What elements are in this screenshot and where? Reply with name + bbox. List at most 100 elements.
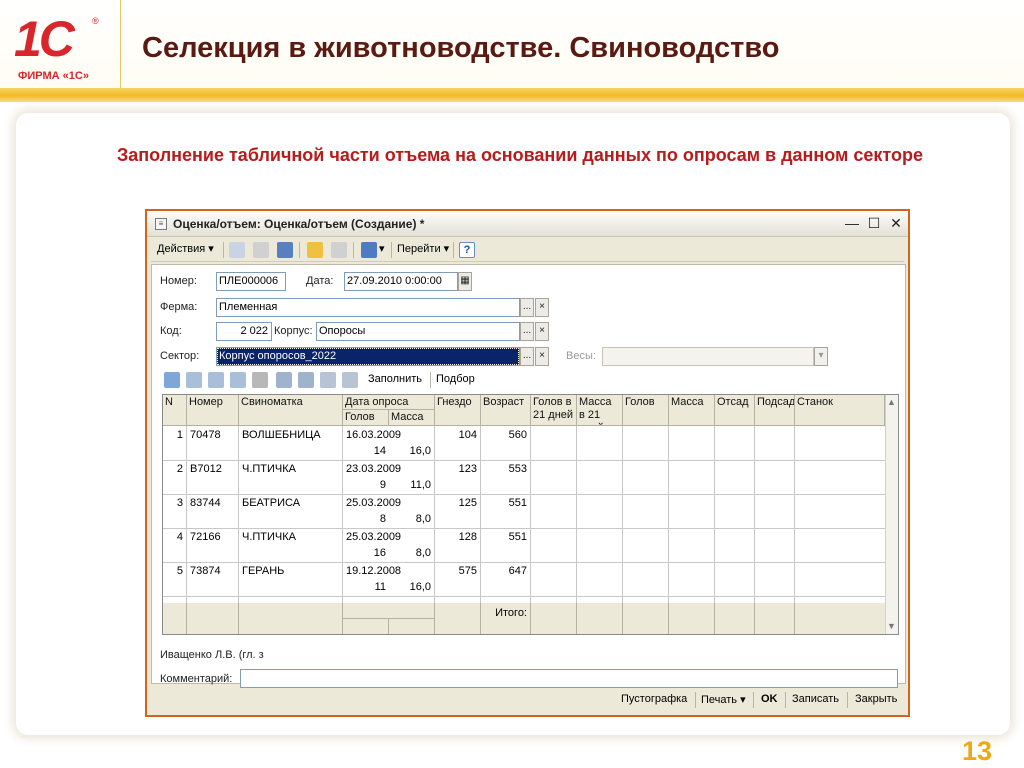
cell-number[interactable]: 83744 [187,495,238,511]
col-header-age[interactable]: Возраст [481,395,531,426]
unpost-icon[interactable] [253,242,269,258]
cell-nest[interactable]: 128 [435,529,480,545]
find-icon[interactable] [307,242,323,258]
col-header-mass-weaned[interactable]: Масса [669,395,715,426]
cell-age[interactable]: 551 [481,529,530,545]
ok-button[interactable]: OK [761,693,778,705]
window-titlebar[interactable]: ≡ Оценка/отъем: Оценка/отъем (Создание) … [147,211,908,237]
goto-menu[interactable]: Перейти ▾ [397,242,449,255]
cell-sow[interactable]: Ч.ПТИЧКА [239,529,342,545]
scroll-down-icon[interactable]: ▼ [887,621,896,631]
cell-date[interactable]: 16.03.2009 [343,427,434,443]
cell-age[interactable]: 553 [481,461,530,477]
maximize-button[interactable]: ☐ [865,215,883,232]
fill-button[interactable]: Заполнить [368,373,422,385]
building-clear-button[interactable]: × [535,322,549,341]
cell-heads[interactable]: 9 [343,477,389,493]
col-header-pen[interactable]: Станок [795,395,885,426]
cell-sow[interactable]: ВОЛШЕБНИЦА [239,427,342,443]
print-form-button[interactable]: Пустографка [621,693,687,705]
based-on-dropdown-icon[interactable]: ▾ [379,242,385,255]
cell-age[interactable]: 647 [481,563,530,579]
edit-row-icon[interactable] [208,372,224,388]
col-header-mass[interactable]: Масса [389,410,435,426]
col-header-heads[interactable]: Голов [343,410,389,426]
sector-clear-button[interactable]: × [535,347,549,366]
cell-heads[interactable]: 16 [343,545,389,561]
cell-mass[interactable]: 16,0 [389,443,434,459]
help-icon[interactable]: ? [459,242,475,258]
cell-age[interactable]: 560 [481,427,530,443]
delete-row-icon[interactable] [230,372,246,388]
cell-n[interactable]: 1 [163,427,186,443]
cell-mass[interactable]: 11,0 [389,477,434,493]
sort-desc-icon[interactable] [342,372,358,388]
col-header-culled[interactable]: Отсад [715,395,755,426]
sows-table[interactable]: N Номер Свиноматка Дата опроса Голов Мас… [162,394,899,635]
structure-icon[interactable] [331,242,347,258]
cell-n[interactable]: 5 [163,563,186,579]
cell-nest[interactable]: 104 [435,427,480,443]
col-header-n[interactable]: N [163,395,187,426]
col-header-sow[interactable]: Свиноматка [239,395,343,426]
cell-heads[interactable]: 11 [343,579,389,595]
sort-asc-icon[interactable] [320,372,336,388]
move-down-icon[interactable] [298,372,314,388]
col-header-farrow-date[interactable]: Дата опроса [343,395,435,410]
col-header-number[interactable]: Номер [187,395,239,426]
cell-nest[interactable]: 125 [435,495,480,511]
end-edit-icon[interactable] [252,372,268,388]
code-field[interactable]: 2 022 [216,322,272,341]
based-on-icon[interactable] [361,242,377,258]
col-header-heads-weaned[interactable]: Голов [623,395,669,426]
cell-number[interactable]: 70478 [187,427,238,443]
cell-nest[interactable]: 575 [435,563,480,579]
building-field[interactable]: Опоросы [316,322,520,341]
cell-n[interactable]: 4 [163,529,186,545]
cell-n[interactable]: 2 [163,461,186,477]
scales-field[interactable] [602,347,814,366]
cell-nest[interactable]: 123 [435,461,480,477]
minimize-button[interactable]: — [843,215,861,232]
cell-date[interactable]: 25.03.2009 [343,529,434,545]
farm-clear-button[interactable]: × [535,298,549,317]
refresh-icon[interactable] [277,242,293,258]
add-row-icon[interactable] [164,372,180,388]
col-header-mass-21[interactable]: Масса в 21 дней [577,395,623,426]
cell-number[interactable]: В7012 [187,461,238,477]
close-window-button[interactable]: ✕ [887,215,905,232]
copy-row-icon[interactable] [186,372,202,388]
cell-mass[interactable]: 8,0 [389,545,434,561]
cell-sow[interactable]: Ч.ПТИЧКА [239,461,342,477]
cell-n[interactable]: 3 [163,495,186,511]
cell-mass[interactable]: 8,0 [389,511,434,527]
scales-dropdown-button[interactable]: ▾ [814,347,828,366]
post-icon[interactable] [229,242,245,258]
cell-date[interactable]: 19.12.2008 [343,563,434,579]
pick-button[interactable]: Подбор [436,373,475,385]
sector-select-button[interactable]: ... [520,347,534,366]
farm-field[interactable]: Племенная [216,298,520,317]
cell-heads[interactable]: 8 [343,511,389,527]
col-header-heads-21[interactable]: Голов в 21 дней [531,395,577,426]
scroll-up-icon[interactable]: ▲ [887,397,896,407]
cell-number[interactable]: 72166 [187,529,238,545]
cell-date[interactable]: 23.03.2009 [343,461,434,477]
number-field[interactable]: ПЛЕ000006 [216,272,286,291]
cell-sow[interactable]: ГЕРАНЬ [239,563,342,579]
close-button[interactable]: Закрыть [855,693,897,705]
cell-age[interactable]: 551 [481,495,530,511]
actions-menu[interactable]: Действия ▾ [157,242,214,255]
col-header-foster[interactable]: Подсад [755,395,795,426]
building-select-button[interactable]: ... [520,322,534,341]
move-up-icon[interactable] [276,372,292,388]
cell-heads[interactable]: 14 [343,443,389,459]
table-scrollbar[interactable]: ▲ ▼ [885,395,898,634]
save-button[interactable]: Записать [792,693,839,705]
print-button[interactable]: Печать ▾ [701,693,746,706]
farm-select-button[interactable]: ... [520,298,534,317]
date-field[interactable]: 27.09.2010 0:00:00 [344,272,458,291]
col-header-nest[interactable]: Гнездо [435,395,481,426]
calendar-icon[interactable]: ▦ [458,272,472,291]
cell-number[interactable]: 73874 [187,563,238,579]
